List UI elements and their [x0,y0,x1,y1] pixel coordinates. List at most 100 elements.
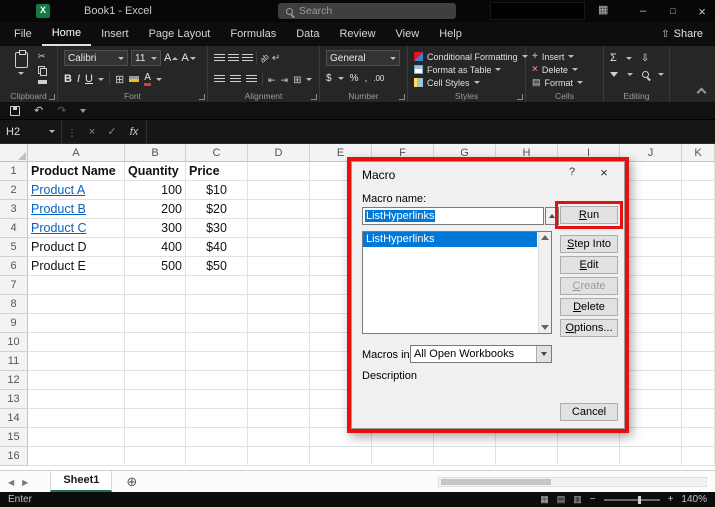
tab-page-layout[interactable]: Page Layout [139,22,221,46]
cell-C1[interactable]: Price [186,162,248,181]
cell-D5[interactable] [248,238,310,257]
font-name-combo[interactable]: Calibri [64,50,128,66]
tab-insert[interactable]: Insert [91,22,139,46]
cell-D12[interactable] [248,371,310,390]
cell-D9[interactable] [248,314,310,333]
previous-sheet-icon[interactable] [8,476,14,488]
row-header-5[interactable]: 5 [0,238,28,257]
cell-styles-button[interactable]: Cell Styles [414,76,521,89]
cell-A11[interactable] [28,352,125,371]
cancel-entry-button[interactable]: × [82,126,102,138]
cell-C4[interactable]: $30 [186,219,248,238]
cell-J15[interactable] [620,428,682,447]
cell-B8[interactable] [125,295,186,314]
row-header-3[interactable]: 3 [0,200,28,219]
enter-entry-button[interactable]: ✓ [102,125,122,138]
row-header-12[interactable]: 12 [0,371,28,390]
row-header-7[interactable]: 7 [0,276,28,295]
row-header-13[interactable]: 13 [0,390,28,409]
format-cells-button[interactable]: Format [532,76,599,89]
row-header-9[interactable]: 9 [0,314,28,333]
conditional-formatting-button[interactable]: Conditional Formatting [414,50,521,63]
row-header-6[interactable]: 6 [0,257,28,276]
increase-indent-button[interactable] [281,70,289,88]
dialog-launcher-icon[interactable] [399,94,405,100]
align-left-button[interactable] [214,75,225,83]
cell-C8[interactable] [186,295,248,314]
cell-A14[interactable] [28,409,125,428]
shrink-font-button[interactable]: A [181,52,195,64]
cell-A6[interactable]: Product E [28,257,125,276]
column-header-K[interactable]: K [682,144,715,162]
list-scrollbar[interactable] [538,232,551,333]
macros-in-dropdown[interactable]: All Open Workbooks [410,345,552,363]
cell-B2[interactable]: 100 [125,181,186,200]
cell-E16[interactable] [310,447,372,466]
cell-B14[interactable] [125,409,186,428]
cell-C10[interactable] [186,333,248,352]
row-header-2[interactable]: 2 [0,181,28,200]
cell-A10[interactable] [28,333,125,352]
macro-name-input[interactable]: ListHyperlinks [362,207,544,225]
cell-B9[interactable] [125,314,186,333]
account-area[interactable] [490,2,585,20]
cell-J1[interactable] [620,162,682,181]
cell-D1[interactable] [248,162,310,181]
format-painter-button[interactable] [38,80,47,84]
zoom-in-button[interactable] [668,494,674,505]
cell-D11[interactable] [248,352,310,371]
cell-A4[interactable]: Product C [28,219,125,238]
align-middle-button[interactable] [228,54,239,62]
cell-J6[interactable] [620,257,682,276]
cell-J13[interactable] [620,390,682,409]
cell-D15[interactable] [248,428,310,447]
sort-filter-button[interactable] [610,72,618,77]
cell-B15[interactable] [125,428,186,447]
row-header-8[interactable]: 8 [0,295,28,314]
page-layout-view-button[interactable] [557,494,566,505]
format-as-table-button[interactable]: Format as Table [414,63,521,76]
row-header-1[interactable]: 1 [0,162,28,181]
cell-J11[interactable] [620,352,682,371]
row-header-15[interactable]: 15 [0,428,28,447]
percent-button[interactable]: % [350,73,359,84]
cell-C6[interactable]: $50 [186,257,248,276]
sheet-tab-sheet1[interactable]: Sheet1 [50,471,112,492]
redo-button[interactable]: ↷ [57,104,66,117]
row-header-4[interactable]: 4 [0,219,28,238]
cell-J7[interactable] [620,276,682,295]
cell-K6[interactable] [682,257,715,276]
cell-B1[interactable]: Quantity [125,162,186,181]
cell-B11[interactable] [125,352,186,371]
row-header-16[interactable]: 16 [0,447,28,466]
cell-K10[interactable] [682,333,715,352]
cell-B16[interactable] [125,447,186,466]
step-into-button[interactable]: Step Into [560,235,618,253]
cell-J2[interactable] [620,181,682,200]
undo-button[interactable]: ↶ [34,104,43,117]
cell-A12[interactable] [28,371,125,390]
cell-D2[interactable] [248,181,310,200]
cancel-button[interactable]: Cancel [560,403,618,421]
orientation-button[interactable]: ab [258,52,271,65]
dialog-close-button[interactable]: × [596,165,612,180]
cell-B7[interactable] [125,276,186,295]
tab-formulas[interactable]: Formulas [220,22,286,46]
new-sheet-button[interactable] [126,474,137,490]
cell-A9[interactable] [28,314,125,333]
next-sheet-icon[interactable] [22,476,28,488]
wrap-text-button[interactable]: ↵ [272,53,280,64]
dialog-launcher-icon[interactable] [311,94,317,100]
cell-C16[interactable] [186,447,248,466]
cell-A2[interactable]: Product A [28,181,125,200]
cell-J4[interactable] [620,219,682,238]
cell-A16[interactable] [28,447,125,466]
cell-A1[interactable]: Product Name [28,162,125,181]
number-format-combo[interactable]: General [326,50,400,66]
customize-qat-button[interactable] [80,109,86,113]
run-button[interactable]: Run [560,206,618,224]
cell-J9[interactable] [620,314,682,333]
cell-J12[interactable] [620,371,682,390]
decimal-button[interactable]: .00 [373,74,384,83]
currency-button[interactable]: $ [326,73,332,84]
